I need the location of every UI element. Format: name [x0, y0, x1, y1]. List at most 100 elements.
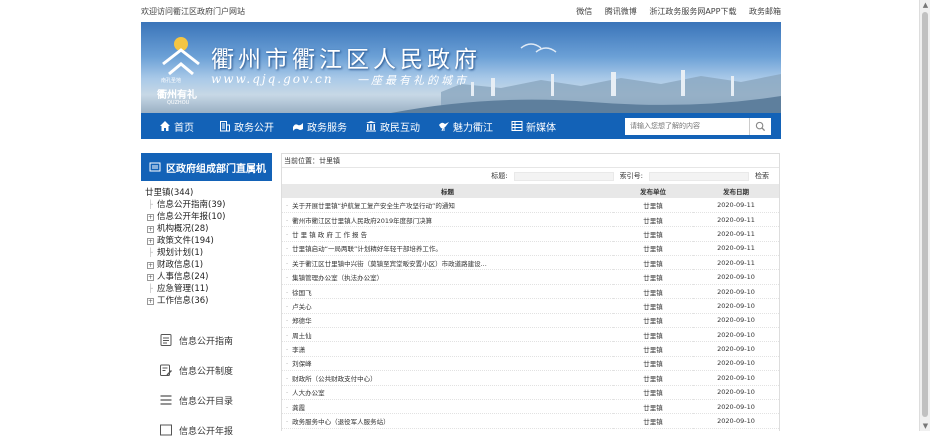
- nav-new-media-label: 新媒体: [526, 122, 556, 134]
- row-title-link[interactable]: 人大办公室: [282, 385, 613, 400]
- home-icon: [160, 121, 170, 131]
- table-row[interactable]: 关于衢江区廿里镇中兴街（莫镇至宾堂畈安置小区）市政道路建设...廿里镇2020-…: [282, 255, 779, 271]
- row-unit: 廿里镇: [613, 413, 693, 429]
- expand-plus-icon[interactable]: +: [147, 261, 154, 269]
- tree-node-policy-docs[interactable]: + 政策文件(194): [141, 235, 272, 247]
- disclosure-catalog-button[interactable]: 信息公开目录: [141, 385, 272, 415]
- table-row[interactable]: 刘保峰廿里镇2020-09-10: [282, 356, 779, 372]
- gov-email-link[interactable]: 政务邮箱: [749, 7, 781, 16]
- scroll-up-arrow-icon[interactable]: ▲: [920, 0, 930, 10]
- row-title-link[interactable]: 李潇: [282, 341, 613, 357]
- row-title-link[interactable]: 刘保峰: [282, 356, 613, 372]
- table-row[interactable]: 关于开展廿里镇“护航复工复产安全生产攻坚行动”的通知廿里镇2020-09-11: [282, 198, 779, 213]
- nav-home-label: 首页: [174, 122, 194, 134]
- row-date: 2020-09-10: [693, 341, 779, 357]
- row-title-link[interactable]: 关于开展廿里镇“护航复工复产安全生产攻坚行动”的通知: [282, 198, 613, 213]
- row-title-link[interactable]: 郑德华: [282, 313, 613, 329]
- breadcrumb: 当前位置：廿里镇: [282, 154, 779, 168]
- table-row[interactable]: 廿里镇启动“一局两联”计划精好年轻干部培养工作。廿里镇2020-09-11: [282, 241, 779, 257]
- expand-plus-icon[interactable]: +: [147, 237, 154, 245]
- row-title-link[interactable]: 集镇管理办公室（执法办公室）: [282, 269, 613, 285]
- table-row[interactable]: 周土仙廿里镇2020-09-10: [282, 327, 779, 343]
- search-button[interactable]: [749, 117, 771, 135]
- tree-node-disclosure-guide[interactable]: ├ 信息公开指南(39): [141, 199, 272, 211]
- row-title-link[interactable]: 龚霞: [282, 399, 613, 415]
- nav-home[interactable]: 首页: [141, 119, 210, 134]
- service-icon: [293, 123, 303, 131]
- table-row[interactable]: 卢关心廿里镇2020-09-10: [282, 298, 779, 314]
- expand-plus-icon[interactable]: +: [147, 273, 154, 281]
- nav-gov-affairs[interactable]: 政务公开: [210, 119, 283, 134]
- search-input[interactable]: [625, 117, 749, 135]
- row-title-link[interactable]: 关于衢江区廿里镇中兴街（莫镇至宾堂畈安置小区）市政道路建设...: [282, 255, 613, 271]
- row-title-link[interactable]: 政务服务中心（退役军人服务站）: [282, 413, 613, 429]
- tree-node-personnel[interactable]: + 人事信息(24): [141, 271, 272, 283]
- row-unit: 廿里镇: [613, 198, 693, 213]
- nav-gov-services[interactable]: 政务服务: [283, 119, 356, 134]
- page-scrollbar[interactable]: ▲ ▼: [919, 0, 930, 431]
- table-row[interactable]: 政务服务中心（退役军人服务站）廿里镇2020-09-10: [282, 413, 779, 429]
- top-bar: 欢迎访问衢江区政府门户网站 微信 腾讯微博 浙江政务服务网APP下载 政务邮箱: [141, 0, 781, 22]
- nav-new-media[interactable]: 新媒体: [502, 119, 565, 134]
- title-filter-input[interactable]: [513, 171, 614, 181]
- row-title-link[interactable]: 财政所（公共财政支付中心）: [282, 370, 613, 386]
- table-row[interactable]: 龚霞廿里镇2020-09-10: [282, 399, 779, 415]
- app-download-link[interactable]: 浙江政务服务网APP下载: [649, 7, 736, 16]
- table-row[interactable]: 李潇廿里镇2020-09-10: [282, 341, 779, 357]
- table-row[interactable]: 徐国飞廿里镇2020-09-10: [282, 284, 779, 300]
- sidebar-heading-text: 区政府组成部门直属机: [166, 163, 266, 175]
- table-row[interactable]: 财政所（公共财政支付中心）廿里镇2020-09-10: [282, 370, 779, 386]
- disclosure-annual-report-button[interactable]: 信息公开年报: [141, 415, 272, 445]
- table-row[interactable]: 郑德华廿里镇2020-09-10: [282, 313, 779, 329]
- site-search: [625, 117, 771, 135]
- row-unit: 廿里镇: [613, 226, 693, 242]
- category-tree: 廿里镇(344) ├ 信息公开指南(39) + 信息公开年报(10) + 机构概况(2…: [141, 187, 272, 307]
- retrieve-button[interactable]: 检索: [755, 171, 769, 181]
- row-date: 2020-09-10: [693, 284, 779, 300]
- tree-node-annual-report[interactable]: + 信息公开年报(10): [141, 211, 272, 223]
- table-row[interactable]: 衢州市衢江区廿里镇人民政府2019年度部门决算廿里镇2020-09-11: [282, 212, 779, 228]
- nav-gov-services-label: 政务服务: [307, 122, 347, 134]
- disclosure-annual-report-label: 信息公开年报: [179, 426, 234, 437]
- disclosure-guide-label: 信息公开指南: [179, 336, 234, 347]
- tree-node-planning[interactable]: ├ 规划计划(1): [141, 247, 272, 259]
- table-row[interactable]: 廿 里 镇 政 府 工 作 报 告廿里镇2020-09-11: [282, 226, 779, 242]
- index-filter-input[interactable]: [649, 171, 749, 181]
- expand-plus-icon[interactable]: +: [147, 213, 154, 221]
- search-icon: [755, 121, 766, 131]
- row-unit: 廿里镇: [613, 399, 693, 415]
- row-date: 2020-09-10: [693, 313, 779, 329]
- expand-plus-icon[interactable]: +: [147, 297, 154, 305]
- tree-node-emergency[interactable]: ├ 应急管理(11): [141, 283, 272, 295]
- row-title-link[interactable]: 周土仙: [282, 327, 613, 343]
- row-title-link[interactable]: 廿 里 镇 政 府 工 作 报 告: [282, 226, 613, 242]
- scroll-thumb[interactable]: [922, 12, 928, 417]
- row-title-link[interactable]: 卢关心: [282, 298, 613, 314]
- row-date: 2020-09-11: [693, 212, 779, 228]
- nav-charm-qujiang[interactable]: 魅力衢江: [429, 119, 502, 134]
- row-title-link[interactable]: 衢州市衢江区廿里镇人民政府2019年度部门决算: [282, 212, 613, 228]
- row-date: 2020-09-10: [693, 298, 779, 314]
- tencent-weibo-link[interactable]: 腾讯微博: [605, 7, 637, 16]
- search-filter-bar: 标题: 索引号: 检索: [282, 168, 779, 184]
- expand-plus-icon[interactable]: +: [147, 225, 154, 233]
- tree-node-finance[interactable]: + 财政信息(1): [141, 259, 272, 271]
- tree-node-org-overview[interactable]: + 机构概况(28): [141, 223, 272, 235]
- nav-interaction[interactable]: 政民互动: [356, 119, 429, 134]
- main-nav: 首页 政务公开 政务服务 政民互动 魅力衢江 新媒体: [141, 113, 781, 139]
- nav-charm-qujiang-label: 魅力衢江: [453, 122, 493, 134]
- crane-icon: [439, 122, 449, 132]
- table-row[interactable]: 人大办公室廿里镇2020-09-10: [282, 385, 779, 400]
- site-banner: 南孔圣地 衢州有礼 QUZHOU 衢州市衢江区人民政府 www.qjq.gov.…: [141, 22, 781, 113]
- table-row[interactable]: 集镇管理办公室（执法办公室）廿里镇2020-09-10: [282, 269, 779, 285]
- tree-node-work-info[interactable]: + 工作信息(36): [141, 295, 272, 307]
- wechat-link[interactable]: 微信: [576, 7, 592, 16]
- row-title-link[interactable]: 廿里镇启动“一局两联”计划精好年轻干部培养工作。: [282, 241, 613, 257]
- row-unit: 廿里镇: [613, 269, 693, 285]
- disclosure-system-button[interactable]: 信息公开制度: [141, 355, 272, 385]
- row-title-link[interactable]: 徐国飞: [282, 284, 613, 300]
- disclosure-guide-button[interactable]: 信息公开指南: [141, 325, 272, 355]
- tree-line-icon: ├: [148, 248, 153, 257]
- scroll-down-arrow-icon[interactable]: ▼: [920, 421, 930, 431]
- tree-root[interactable]: 廿里镇(344): [141, 187, 272, 199]
